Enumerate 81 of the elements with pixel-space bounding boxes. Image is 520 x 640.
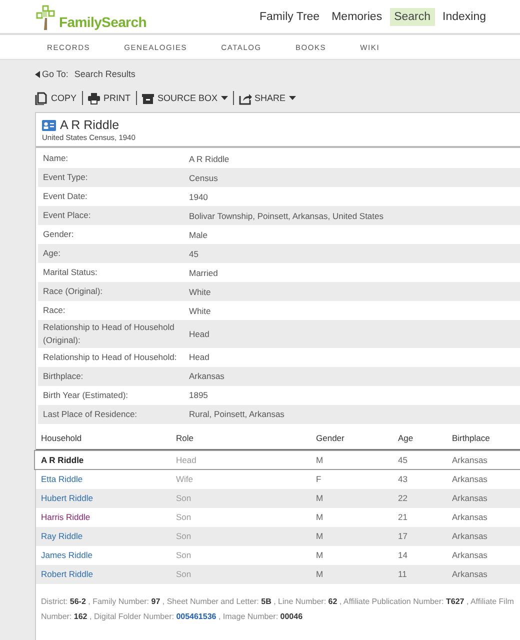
person-link[interactable]: Ray Riddle	[41, 531, 176, 541]
fact-label: Marital Status:	[42, 266, 98, 280]
fact-label: Relationship to Head of Household:	[42, 350, 178, 364]
table-cell-text: Arkansas	[452, 569, 488, 579]
table-cell-text: 17	[398, 531, 408, 541]
column-header: Birthplace	[452, 433, 491, 443]
fact-value: Bolivar Township, Poinsett, Arkansas, United States	[188, 210, 384, 220]
fact-value: A R Riddle	[188, 154, 230, 164]
table-cell-text: 43	[398, 474, 408, 484]
source-box-button[interactable]: SOURCE BOX	[142, 92, 228, 104]
fact-label: Event Type:	[42, 171, 89, 184]
table-cell-text: 21	[398, 512, 408, 522]
table-cell-text: Arkansas	[452, 454, 488, 464]
column-header: Role	[176, 433, 194, 443]
fact-label: Gender:	[42, 228, 75, 242]
column-header: Household	[41, 433, 83, 443]
table-cell-text: Son	[176, 569, 192, 579]
fact-value: White	[188, 286, 212, 296]
fact-value: 1940	[188, 192, 209, 202]
fact-label: Birthplace:	[42, 370, 84, 383]
fact-label: Name:	[42, 152, 70, 166]
column-header: Gender	[316, 433, 346, 443]
table-cell-text: M	[316, 512, 324, 522]
table-cell-text: M	[316, 454, 324, 464]
person-name: A R Riddle	[41, 454, 85, 464]
fact-value: Head	[188, 352, 210, 362]
person-link[interactable]: Hubert Riddle	[41, 493, 176, 503]
table-cell-text: Son	[176, 531, 192, 541]
table-cell-text: 45	[398, 454, 408, 464]
fact-value: 45	[188, 248, 200, 258]
fact-value: Male	[188, 230, 208, 240]
table-cell-text: Arkansas	[452, 531, 488, 541]
table-cell-text: M	[316, 493, 324, 503]
table-cell-text: Son	[176, 512, 192, 522]
fact-label: Birth Year (Estimated):	[42, 388, 130, 402]
table-cell-text: Arkansas	[452, 493, 488, 503]
person-link[interactable]: Robert Riddle	[41, 569, 176, 579]
fact-label: Last Place of Residence:	[42, 408, 138, 421]
table-cell-text: M	[316, 550, 324, 560]
person-link[interactable]: Harris Riddle	[41, 512, 176, 522]
fact-label: Event Place:	[42, 209, 92, 222]
fact-value: Arkansas	[188, 371, 226, 381]
fact-label: Relationship to Head of Household (Original):	[42, 321, 176, 347]
fact-value: Rural, Poinsett, Arkansas	[188, 409, 286, 419]
table-cell-text: Head	[176, 454, 198, 464]
fact-label: Race:	[42, 304, 66, 318]
table-cell-text: Son	[176, 550, 192, 560]
fact-value: Census	[188, 172, 219, 182]
nav-tab[interactable]: Indexing	[438, 8, 490, 26]
fact-value: Head	[188, 328, 210, 339]
table-cell-text: 11	[398, 569, 408, 579]
table-cell-text: F	[316, 474, 322, 484]
fact-value: 1895	[188, 390, 209, 400]
table-cell-text: Son	[176, 493, 192, 503]
table-cell-text: 14	[398, 550, 408, 560]
table-cell-text: Arkansas	[452, 474, 488, 484]
fact-label: Age:	[42, 247, 62, 260]
fact-value: White	[188, 306, 212, 316]
copy-button[interactable]: COPY	[35, 92, 77, 104]
table-cell-text: 22	[398, 493, 408, 503]
nav-tab[interactable]: Search	[390, 8, 435, 26]
nav-tab[interactable]: Memories	[328, 8, 386, 26]
print-button[interactable]: PRINT	[88, 92, 131, 104]
table-cell-text: Arkansas	[452, 550, 488, 560]
folder-number-link[interactable]: 005461536	[176, 612, 216, 620]
nav-tab[interactable]: Family Tree	[256, 8, 324, 26]
search-results-link[interactable]: Search Results	[74, 69, 136, 79]
table-cell-text: Wife	[176, 474, 194, 484]
share-button[interactable]: SHARE	[238, 92, 296, 104]
table-cell-text: Arkansas	[452, 512, 488, 522]
fact-value: Married	[188, 268, 219, 278]
fact-label: Race (Original):	[42, 285, 104, 298]
person-link[interactable]: Etta Riddle	[41, 474, 176, 484]
fact-label: Event Date:	[42, 190, 88, 204]
column-header: Age	[398, 433, 414, 443]
record-title: A R Riddle	[60, 118, 120, 132]
table-cell-text: M	[316, 569, 324, 579]
go-to-label: Go To:	[42, 69, 68, 79]
person-link[interactable]: James Riddle	[41, 550, 176, 560]
citation-text: District: 56-2 , Family Number: 97 , Sheet Number and Letter: 5B , Line Number: 62 , Affiliate Publication Number: T627 , Affiliate Film Number: 162 , Digital Folder Number: 005461536 , Image Number: 00046	[40, 596, 515, 623]
table-cell-text: M	[316, 531, 324, 541]
